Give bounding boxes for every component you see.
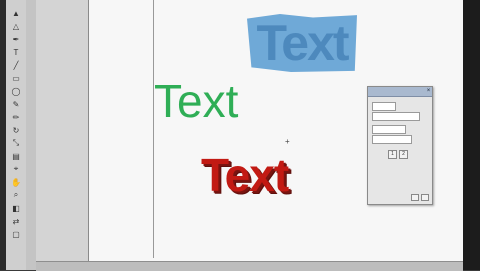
panel-row-3	[372, 124, 406, 134]
panel-field-3[interactable]	[372, 124, 406, 134]
screen-mode-icon[interactable]: ▢	[10, 229, 22, 239]
delete-icon[interactable]	[421, 194, 429, 201]
panel-row-1	[372, 101, 396, 111]
pen-icon[interactable]: ✒	[10, 34, 22, 44]
panel-footer-icons	[411, 194, 429, 201]
rectangle-icon[interactable]: ▭	[10, 73, 22, 83]
panel-buttons: 1 2	[388, 150, 408, 159]
panel-title-bar[interactable]: ×	[368, 87, 432, 97]
floating-panel[interactable]: × 1 2	[367, 86, 433, 205]
type-icon[interactable]: T	[10, 47, 22, 57]
close-icon[interactable]: ×	[425, 87, 432, 96]
eyedropper-icon[interactable]: ⌖	[10, 164, 22, 174]
crosshair-cursor-icon: +	[285, 137, 290, 146]
gradient-icon[interactable]: ▤	[10, 151, 22, 161]
panel-field-2[interactable]	[372, 111, 420, 121]
scale-icon[interactable]: ⤡	[10, 138, 22, 148]
new-item-icon[interactable]	[411, 194, 419, 201]
green-text-object[interactable]: Text	[154, 76, 264, 126]
panel-field-4[interactable]	[372, 134, 412, 144]
guide-line	[153, 0, 154, 258]
panel-button-1[interactable]: 1	[388, 150, 397, 159]
tools-panel: ▲ △ ✒ T ╱ ▭ ◯ ✎ ✏ ↻ ⤡ ▤ ⌖ ✋ ⌕ ◧ ⇄ ▢	[6, 0, 27, 270]
zoom-icon[interactable]: ⌕	[10, 190, 22, 200]
swap-icon[interactable]: ⇄	[10, 216, 22, 226]
line-icon[interactable]: ╱	[10, 60, 22, 70]
hand-icon[interactable]: ✋	[10, 177, 22, 187]
pencil-icon[interactable]: ✏	[10, 112, 22, 122]
ellipse-icon[interactable]: ◯	[10, 86, 22, 96]
screen: ▲ △ ✒ T ╱ ▭ ◯ ✎ ✏ ↻ ⤡ ▤ ⌖ ✋ ⌕ ◧ ⇄ ▢ Text Text Text + × 1 …	[0, 0, 480, 271]
fill-stroke-icon[interactable]: ◧	[10, 203, 22, 213]
brush-icon[interactable]: ✎	[10, 99, 22, 109]
red-text-object[interactable]: Text	[201, 147, 313, 203]
panel-row-2	[372, 111, 420, 121]
panel-row-4	[372, 134, 412, 144]
rotate-icon[interactable]: ↻	[10, 125, 22, 135]
panel-field-1[interactable]	[372, 101, 396, 111]
selection-arrow-icon[interactable]: ▲	[10, 8, 22, 18]
direct-select-icon[interactable]: △	[10, 21, 22, 31]
panel-button-2[interactable]: 2	[399, 150, 408, 159]
blue-text-object[interactable]: Text	[247, 14, 357, 72]
monitor-bezel-right	[463, 0, 480, 270]
